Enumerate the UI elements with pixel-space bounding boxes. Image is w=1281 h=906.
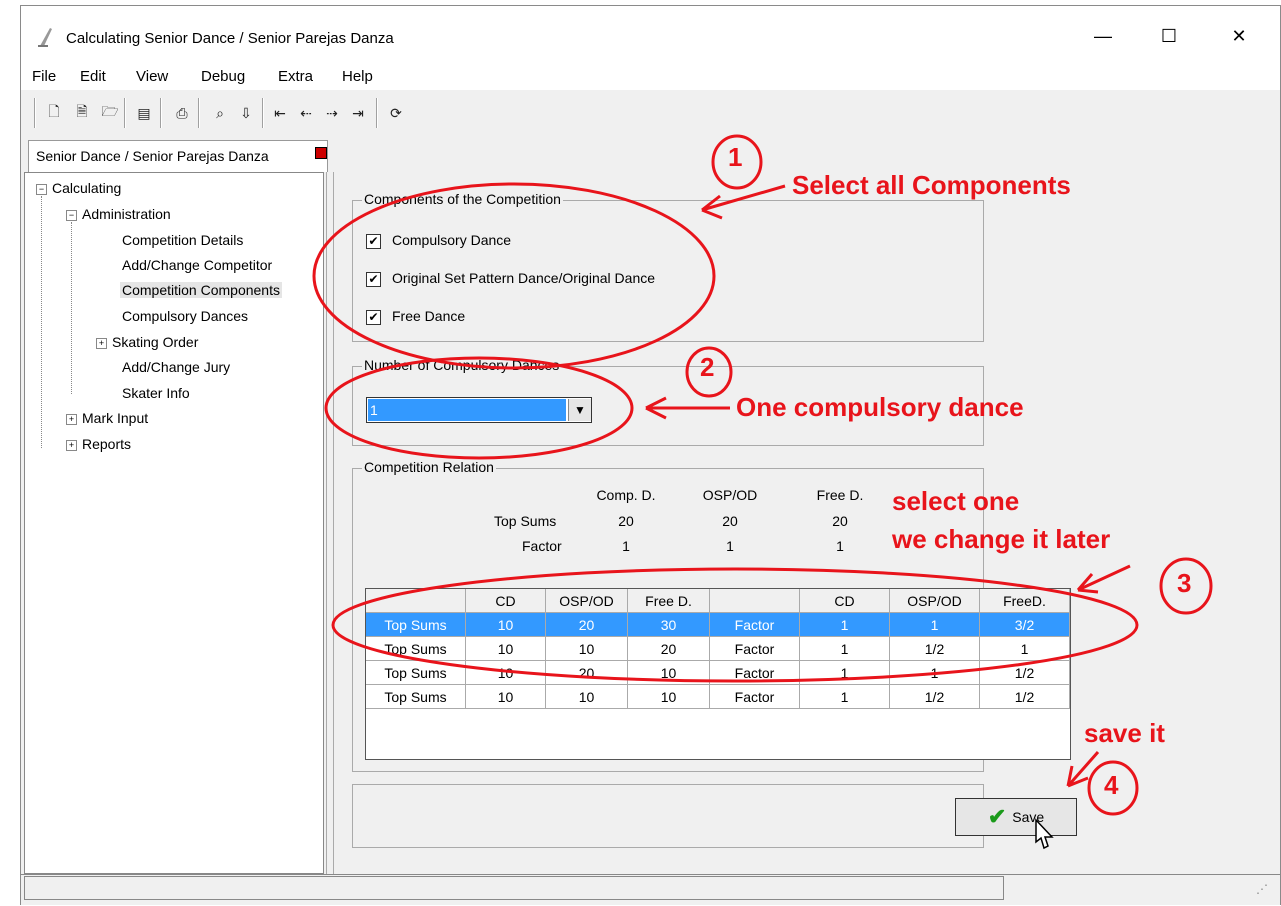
tutorial-annotations [312, 134, 1213, 816]
annotation-number-1: 1 [728, 142, 743, 172]
annotation-text-4: save it [1084, 718, 1165, 748]
annotation-ellipse-2 [324, 356, 634, 460]
annotation-number-3: 3 [1177, 568, 1192, 598]
annotation-arrow-3 [1076, 564, 1131, 594]
annotation-text-3a: select one [892, 486, 1020, 516]
annotation-number-2: 2 [700, 352, 715, 382]
annotation-ellipse-3 [331, 567, 1139, 683]
annotation-arrow-4 [1066, 751, 1100, 788]
annotation-arrow-1 [701, 184, 786, 220]
annotation-arrow-2 [645, 396, 730, 420]
annotation-number-4: 4 [1104, 770, 1119, 800]
annotation-ellipse-1 [312, 182, 716, 370]
annotation-text-1: Select all Components [792, 170, 1071, 200]
annotation-text-2: One compulsory dance [736, 392, 1024, 422]
annotation-text-3b: we change it later [892, 524, 1111, 554]
